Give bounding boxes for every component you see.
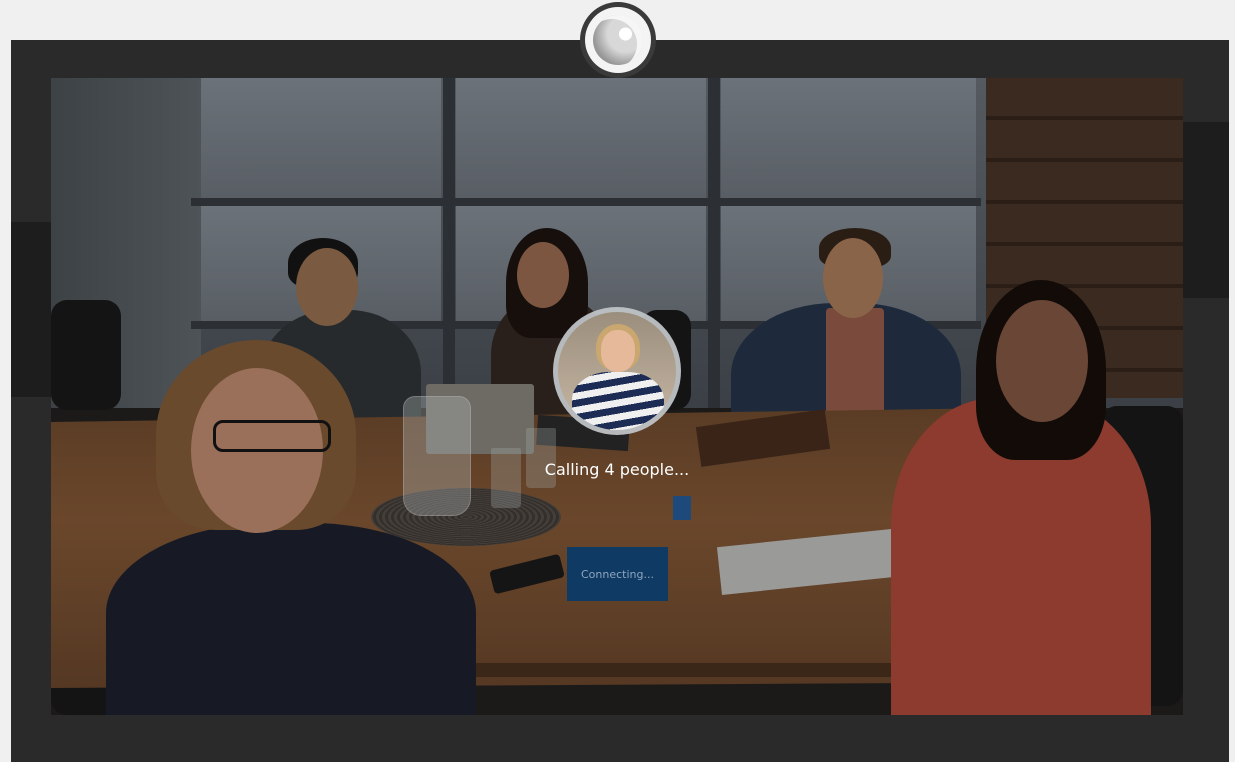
person-head xyxy=(996,300,1088,422)
window-mullion xyxy=(443,78,455,408)
avatar-face xyxy=(601,330,635,372)
glass-pane xyxy=(721,78,976,198)
chair xyxy=(51,300,121,410)
water-glass xyxy=(526,428,556,488)
person-foreground-left xyxy=(106,523,476,715)
connecting-button[interactable]: Connecting... xyxy=(567,547,668,601)
bezel-shadow-right xyxy=(1183,122,1229,298)
video-screen: Calling 4 people... Connecting... xyxy=(51,78,1183,715)
webcam-lens-icon xyxy=(593,15,643,65)
webcam-icon xyxy=(580,2,656,78)
glass-pane xyxy=(456,78,706,198)
window-mullion xyxy=(191,198,981,206)
person-head xyxy=(517,242,569,308)
person-head xyxy=(823,238,883,318)
avatar-shirt xyxy=(572,372,664,430)
person-head xyxy=(296,248,358,326)
bezel-shadow-left xyxy=(11,222,51,397)
glass-pane xyxy=(201,78,441,198)
call-progress-indicator xyxy=(673,496,691,520)
calling-status-text: Calling 4 people... xyxy=(544,460,690,479)
eyeglasses xyxy=(213,420,331,452)
water-pitcher xyxy=(403,396,471,516)
window-mullion xyxy=(708,78,720,408)
caller-avatar xyxy=(558,312,676,430)
